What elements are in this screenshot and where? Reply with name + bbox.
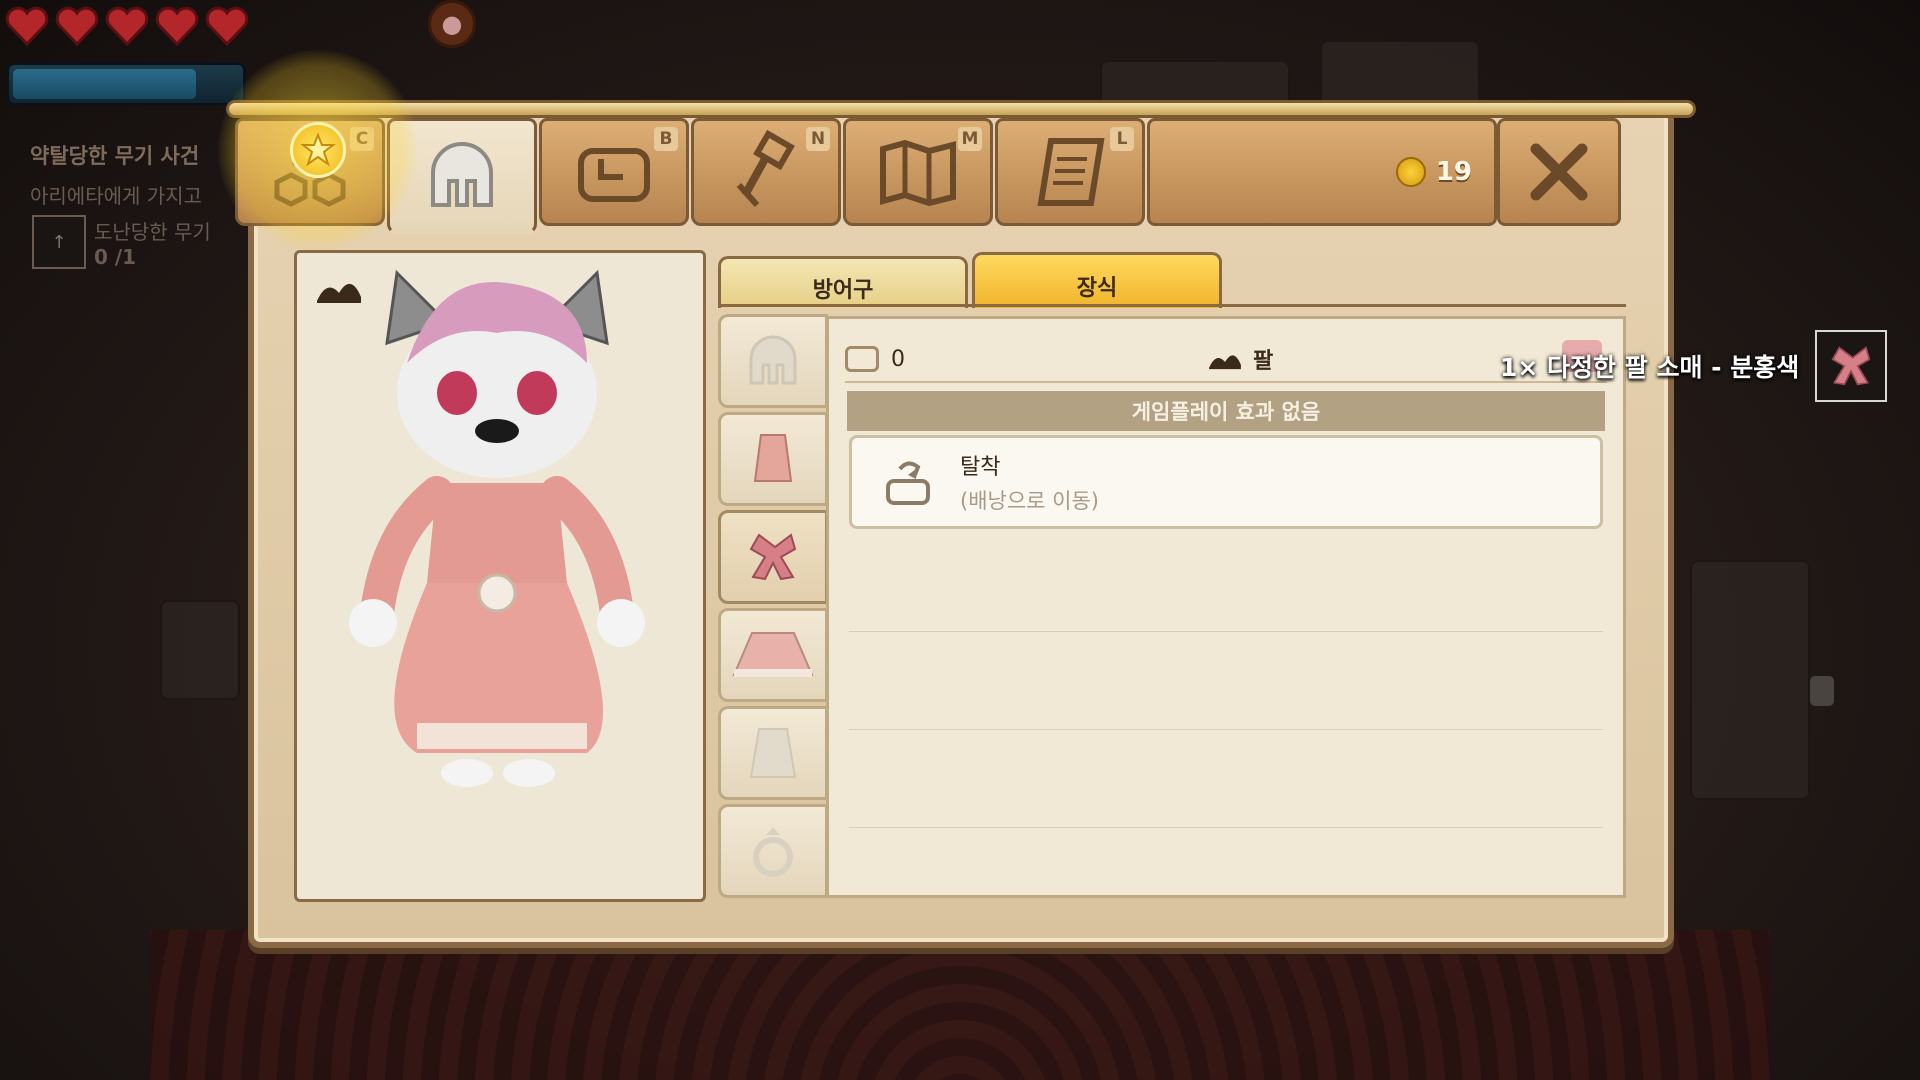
- slot-arms[interactable]: [718, 510, 828, 604]
- tab-decoration[interactable]: 장식: [972, 252, 1222, 308]
- slot-ring[interactable]: [718, 804, 828, 898]
- tab-crafting[interactable]: N: [691, 118, 841, 226]
- heart-icon: [204, 4, 250, 48]
- list-divider: [849, 729, 1603, 730]
- slot-detail-panel: 0 팔 게임플레이 효과 없음 탈착 (배낭으로 이동): [826, 316, 1626, 898]
- header-divider: [845, 381, 1607, 383]
- background-wall: [160, 600, 240, 700]
- star-icon: [290, 122, 346, 178]
- quest-item-name: 도난당한 무기: [94, 219, 211, 244]
- bag-item-count: 0: [891, 346, 905, 372]
- coin-icon: [1395, 157, 1426, 187]
- tab-inventory[interactable]: B: [539, 118, 689, 226]
- tab-map[interactable]: M: [843, 118, 993, 226]
- quest-objective: ↑ 도난당한 무기 0 /1: [0, 215, 240, 269]
- close-button[interactable]: [1497, 118, 1621, 226]
- slot-head[interactable]: [718, 314, 828, 408]
- list-divider: [849, 631, 1603, 632]
- heart-icon: [104, 4, 150, 48]
- cape-slot-icon: [749, 728, 797, 778]
- scroll-icon: [1037, 138, 1105, 206]
- detail-header: 0 팔: [845, 339, 1607, 379]
- equipment-slot-list: [718, 314, 828, 902]
- quest-item-icon: ↑: [32, 215, 86, 269]
- quest-tracker[interactable]: 약탈당한 무기 사건 아리에타에게 가지고 ↑ 도난당한 무기 0 /1: [0, 140, 240, 269]
- heart-icon: [4, 4, 50, 48]
- hotkey-label: M: [958, 127, 982, 151]
- bag-icon: [578, 148, 650, 202]
- currency-display: 19: [1147, 118, 1497, 226]
- map-icon: [880, 139, 956, 207]
- pink-top-icon: [753, 434, 793, 482]
- unequip-to-bag-icon: [886, 461, 930, 505]
- pink-sleeves-icon: [749, 533, 797, 581]
- slot-name-label: 팔: [1253, 349, 1274, 374]
- unequip-texts: 탈착 (배낭으로 이동): [960, 449, 1099, 515]
- subtab-divider: [718, 304, 1626, 307]
- pink-sleeves-icon: [1831, 346, 1871, 386]
- mana-bar-fill: [13, 69, 196, 99]
- quest-subtitle: 아리에타에게 가지고: [30, 184, 202, 208]
- gameplay-effect-banner: 게임플레이 효과 없음: [847, 391, 1605, 431]
- coin-count: 19: [1435, 157, 1472, 187]
- heart-icon: [54, 4, 100, 48]
- close-icon: [1530, 143, 1588, 201]
- window-top-rail: [226, 100, 1696, 118]
- character-preview[interactable]: [294, 250, 706, 902]
- hotkey-label: N: [806, 127, 830, 151]
- list-divider: [849, 827, 1603, 828]
- health-hearts: [4, 4, 250, 48]
- crafting-hammer-icon: [736, 129, 795, 208]
- slot-back[interactable]: [718, 706, 828, 800]
- slot-title: 팔: [1205, 343, 1273, 375]
- menu-tabs: C B N M L 19: [235, 118, 1621, 234]
- notification-item-icon: [1815, 330, 1888, 402]
- bag-icon: [1810, 676, 1834, 706]
- unequip-hint: (배낭으로 이동): [960, 489, 1099, 513]
- equipment-subtabs: 방어구 장식: [718, 252, 1222, 308]
- item-pickup-notification: 1× 다정한 팔 소매 - 분홍색: [1500, 330, 1888, 402]
- pink-skirt-icon: [732, 632, 814, 677]
- helmet-icon: [431, 142, 493, 207]
- ring-slot-icon: [753, 827, 793, 877]
- quest-objective-texts: 도난당한 무기 0 /1: [86, 216, 211, 269]
- slot-torso[interactable]: [718, 412, 828, 506]
- notification-text: 1× 다정한 팔 소매 - 분홍색: [1500, 353, 1800, 382]
- hotkey-label: C: [350, 127, 374, 151]
- background-floor: [150, 930, 1770, 1080]
- unequip-button[interactable]: 탈착 (배낭으로 이동): [849, 435, 1603, 529]
- mana-bar: [6, 62, 246, 106]
- hotkey-label: L: [1110, 127, 1134, 151]
- tab-armor[interactable]: 방어구: [718, 256, 968, 308]
- player-marker-icon[interactable]: ●: [428, 0, 476, 48]
- bag-icon: [845, 346, 879, 372]
- tab-equipment[interactable]: [387, 118, 537, 234]
- tab-quests[interactable]: L: [995, 118, 1145, 226]
- quest-item-count: 0 /1: [94, 244, 137, 269]
- slot-legs[interactable]: [718, 608, 828, 702]
- quest-title: 약탈당한 무기 사건: [30, 144, 200, 168]
- unequip-label: 탈착: [960, 455, 1001, 480]
- hotkey-label: B: [654, 127, 678, 151]
- character-model: [349, 269, 645, 787]
- background-wall: [1690, 560, 1810, 800]
- heart-icon: [154, 4, 200, 48]
- helmet-slot-icon: [749, 335, 797, 385]
- jester-hat-icon: [1209, 355, 1241, 370]
